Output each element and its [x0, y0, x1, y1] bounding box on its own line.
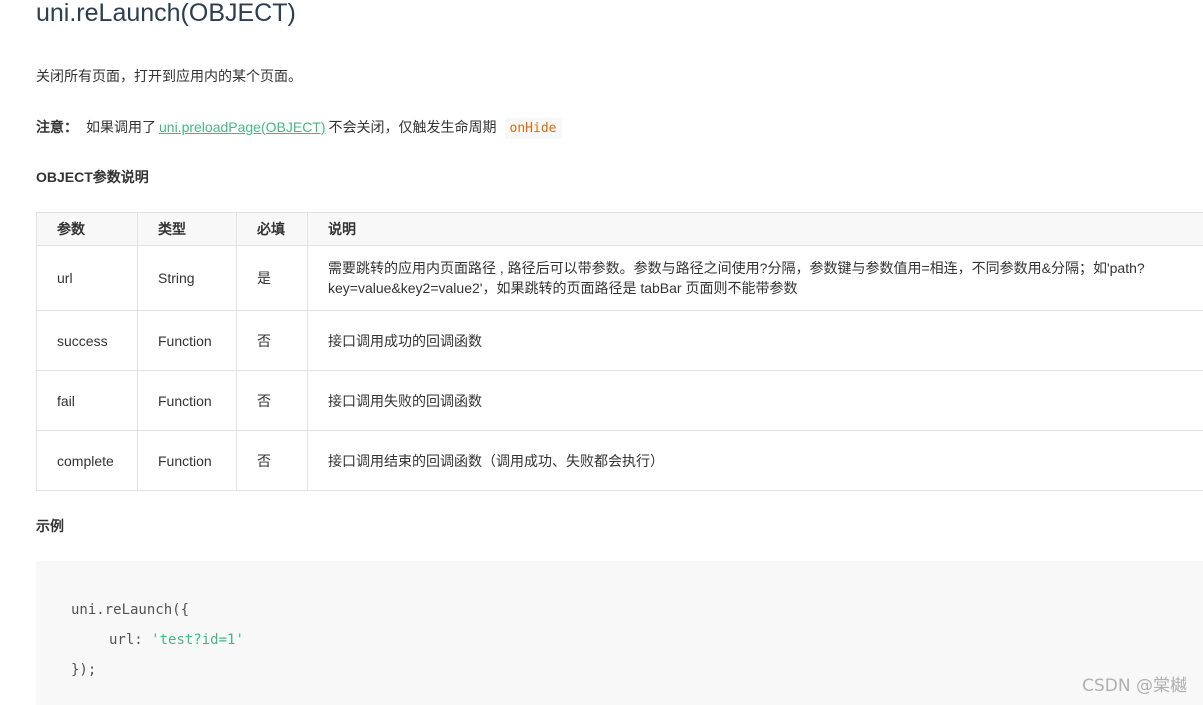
note-label: 注意： [36, 119, 78, 135]
param-type: String [137, 245, 237, 311]
note-text-before: 如果调用了 [86, 119, 156, 135]
table-row: url String 是 需要跳转的应用内页面路径 , 路径后可以带参数。参数与… [36, 245, 1203, 311]
param-description: 接口调用失败的回调函数 [307, 370, 1203, 431]
preload-page-link[interactable]: uni.preloadPage(OBJECT) [159, 119, 326, 135]
code-string: 'test?id=1' [151, 632, 244, 648]
code-line: uni.reLaunch({ [71, 602, 190, 618]
param-type: Function [137, 430, 237, 491]
param-required: 否 [236, 430, 308, 491]
header-description: 说明 [307, 212, 1203, 246]
param-description: 接口调用成功的回调函数 [307, 310, 1203, 371]
page-title: uni.reLaunch(OBJECT) [36, 0, 296, 27]
param-required: 否 [236, 310, 308, 371]
table-header-row: 参数 类型 必填 说明 [36, 212, 1203, 246]
params-table: 参数 类型 必填 说明 url String 是 需要跳转的应用内页面路径 , … [36, 212, 1203, 491]
csdn-watermark: CSDN @棠樾 [1082, 676, 1187, 696]
table-row: success Function 否 接口调用成功的回调函数 [36, 310, 1203, 371]
code-line: url: 'test?id=1' [109, 631, 244, 649]
code-key: url: [109, 632, 152, 648]
note-text-after: 不会关闭，仅触发生命周期 [328, 119, 497, 135]
param-required: 是 [236, 245, 308, 311]
param-name: complete [36, 430, 138, 491]
note-paragraph: 注意： 如果调用了 uni.preloadPage(OBJECT) 不会关闭，仅触发生… [36, 116, 562, 140]
code-line: }); [71, 662, 97, 678]
onhide-inline-code: onHide [504, 118, 562, 139]
param-description: 需要跳转的应用内页面路径 , 路径后可以带参数。参数与路径之间使用?分隔，参数键… [307, 245, 1203, 311]
table-row: fail Function 否 接口调用失败的回调函数 [36, 370, 1203, 431]
code-example-block: uni.reLaunch({ url: 'test?id=1' }); [36, 561, 1203, 705]
param-name: success [36, 310, 138, 371]
param-type: Function [137, 370, 237, 431]
page-description: 关闭所有页面，打开到应用内的某个页面。 [36, 68, 302, 84]
header-param: 参数 [36, 212, 138, 246]
param-name: url [36, 245, 138, 311]
param-type: Function [137, 310, 237, 371]
table-row: complete Function 否 接口调用结束的回调函数（调用成功、失败都… [36, 430, 1203, 491]
params-heading: OBJECT参数说明 [36, 169, 149, 185]
header-required: 必填 [236, 212, 308, 246]
header-type: 类型 [137, 212, 237, 246]
param-required: 否 [236, 370, 308, 431]
param-description: 接口调用结束的回调函数（调用成功、失败都会执行） [307, 430, 1203, 491]
example-heading: 示例 [36, 518, 64, 534]
param-name: fail [36, 370, 138, 431]
